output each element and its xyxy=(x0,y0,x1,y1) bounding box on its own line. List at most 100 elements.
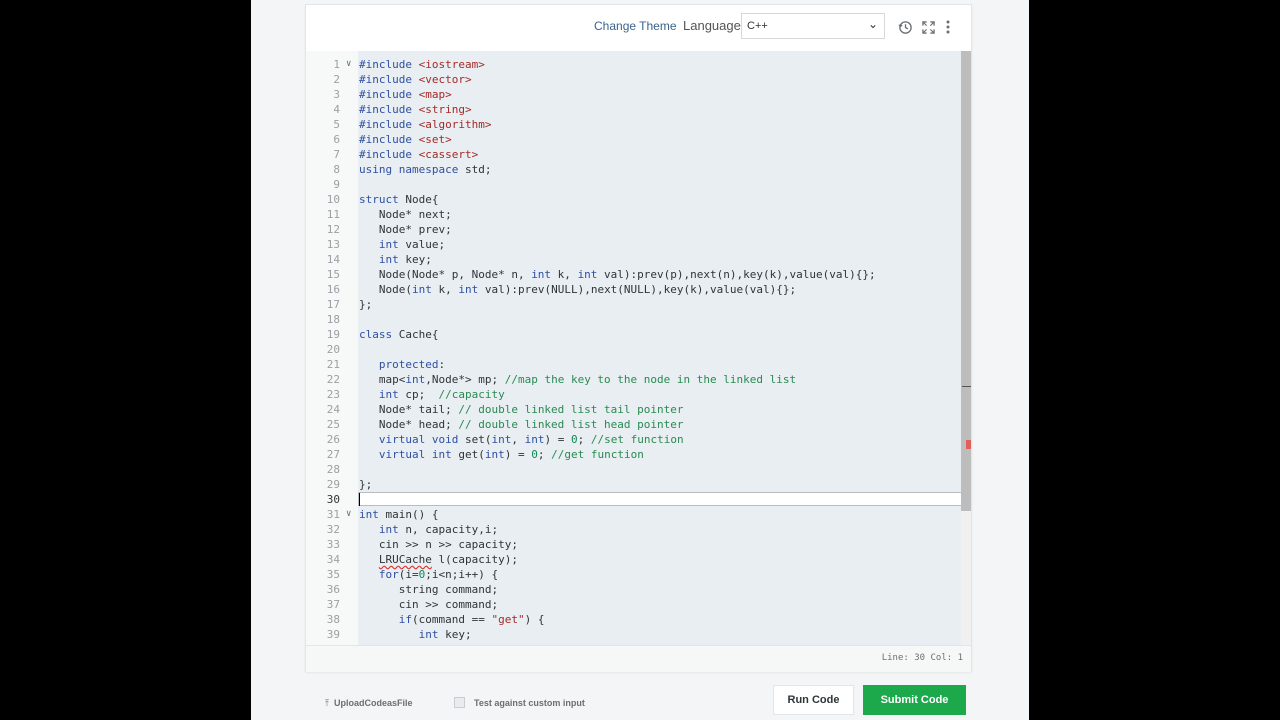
code-line[interactable]: 9 xyxy=(306,177,971,192)
code-text[interactable]: Node* head; // double linked list head p… xyxy=(359,417,684,432)
code-line[interactable]: 25 Node* head; // double linked list hea… xyxy=(306,417,971,432)
code-line[interactable]: 12 Node* prev; xyxy=(306,222,971,237)
code-line[interactable]: 30 xyxy=(306,492,971,507)
code-line[interactable]: 38 if(command == "get") { xyxy=(306,612,971,627)
upload-code-link[interactable]: ⤒ UploadCodeasFile xyxy=(325,698,413,709)
code-text[interactable]: Node(int k, int val):prev(NULL),next(NUL… xyxy=(359,282,796,297)
code-line[interactable]: 34 LRUCache l(capacity); xyxy=(306,552,971,567)
code-text[interactable]: class Cache{ xyxy=(359,327,438,342)
code-text[interactable]: map<int,Node*> mp; //map the key to the … xyxy=(359,372,796,387)
code-text[interactable]: #include <algorithm> xyxy=(359,117,491,132)
code-line[interactable]: 27 virtual int get(int) = 0; //get funct… xyxy=(306,447,971,462)
line-number: 11 xyxy=(326,208,340,221)
run-code-button[interactable]: Run Code xyxy=(773,685,854,715)
code-area[interactable]: 1 ∨ #include <iostream> 2 #include <vector> 3… xyxy=(306,51,971,645)
code-line[interactable]: 32 int n, capacity,i; xyxy=(306,522,971,537)
code-text[interactable]: struct Node{ xyxy=(359,192,439,207)
custom-input-checkbox[interactable] xyxy=(454,697,465,708)
code-text[interactable]: int cp; //capacity xyxy=(359,387,505,402)
code-line[interactable]: 24 Node* tail; // double linked list tai… xyxy=(306,402,971,417)
code-text[interactable]: #include <cassert> xyxy=(359,147,478,162)
code-line[interactable]: 29}; xyxy=(306,477,971,492)
code-text[interactable]: #include <vector> xyxy=(359,72,472,87)
line-number: 34 xyxy=(326,553,340,566)
more-options-icon[interactable] xyxy=(940,19,956,35)
code-text[interactable]: #include <iostream> xyxy=(359,57,485,72)
code-text[interactable]: int key; xyxy=(359,252,432,267)
code-line[interactable]: 10 struct Node{ xyxy=(306,192,971,207)
code-line[interactable]: 3 #include <map> xyxy=(306,87,971,102)
code-line[interactable]: 37 cin >> command; xyxy=(306,597,971,612)
code-text[interactable]: int main() { xyxy=(359,507,438,522)
code-line[interactable]: 11 Node* next; xyxy=(306,207,971,222)
code-text[interactable]: virtual int get(int) = 0; //get function xyxy=(359,447,644,462)
history-icon[interactable] xyxy=(897,19,913,35)
code-text[interactable]: Node* tail; // double linked list tail p… xyxy=(359,402,684,417)
code-text[interactable]: }; xyxy=(359,297,372,312)
code-line[interactable]: 35 for(i=0;i<n;i++) { xyxy=(306,567,971,582)
line-number: 14 xyxy=(326,253,340,266)
code-text[interactable]: Node(Node* p, Node* n, int k, int val):p… xyxy=(359,267,876,282)
code-line[interactable]: 33 cin >> n >> capacity; xyxy=(306,537,971,552)
code-line[interactable]: 26 virtual void set(int, int) = 0; //set… xyxy=(306,432,971,447)
code-line[interactable]: 18 xyxy=(306,312,971,327)
fold-chevron-icon[interactable]: ∨ xyxy=(346,507,351,522)
code-line[interactable]: 22 map<int,Node*> mp; //map the key to t… xyxy=(306,372,971,387)
custom-input-label[interactable]: Test against custom input xyxy=(474,698,585,708)
code-line[interactable]: 7 #include <cassert> xyxy=(306,147,971,162)
code-text[interactable]: #include <set> xyxy=(359,132,452,147)
code-text[interactable]: cin >> n >> capacity; xyxy=(359,537,518,552)
line-number: 19 xyxy=(326,328,340,341)
code-line[interactable]: 6 #include <set> xyxy=(306,132,971,147)
submit-code-button[interactable]: Submit Code xyxy=(863,685,966,715)
code-editor-panel: Change Theme Language C++ ⌄ 1 ∨ #include <… xyxy=(305,4,972,672)
code-line[interactable]: 4 #include <string> xyxy=(306,102,971,117)
line-number: 36 xyxy=(326,583,340,596)
code-line[interactable]: 17}; xyxy=(306,297,971,312)
change-theme-link[interactable]: Change Theme xyxy=(594,19,677,33)
code-line[interactable]: 23 int cp; //capacity xyxy=(306,387,971,402)
line-number: 37 xyxy=(326,598,340,611)
code-text[interactable]: cin >> command; xyxy=(359,597,498,612)
code-text[interactable]: #include <map> xyxy=(359,87,452,102)
code-text[interactable]: virtual void set(int, int) = 0; //set fu… xyxy=(359,432,684,447)
code-line[interactable]: 5 #include <algorithm> xyxy=(306,117,971,132)
code-text[interactable]: Node* next; xyxy=(359,207,452,222)
code-line[interactable]: 1 ∨ #include <iostream> xyxy=(306,57,971,72)
code-line[interactable]: 36 string command; xyxy=(306,582,971,597)
code-text[interactable]: LRUCache l(capacity); xyxy=(359,552,518,567)
code-line[interactable]: 15 Node(Node* p, Node* n, int k, int val… xyxy=(306,267,971,282)
code-text[interactable]: if(command == "get") { xyxy=(359,612,545,627)
line-number: 27 xyxy=(326,448,340,461)
code-text[interactable]: for(i=0;i<n;i++) { xyxy=(359,567,498,582)
code-text[interactable]: }; xyxy=(359,477,372,492)
code-line[interactable]: 39 int key; xyxy=(306,627,971,642)
line-number: 21 xyxy=(326,358,340,371)
line-number: 17 xyxy=(326,298,340,311)
code-text[interactable]: int key; xyxy=(359,627,472,642)
vertical-scrollbar[interactable] xyxy=(961,51,971,645)
code-text[interactable]: string command; xyxy=(359,582,498,597)
line-number: 7 xyxy=(333,148,340,161)
code-line[interactable]: 14 int key; xyxy=(306,252,971,267)
code-text[interactable]: protected: xyxy=(359,357,445,372)
language-select[interactable]: C++ ⌄ xyxy=(741,13,885,39)
chevron-down-icon: ⌄ xyxy=(867,17,878,31)
code-line[interactable]: 20 xyxy=(306,342,971,357)
line-number: 18 xyxy=(326,313,340,326)
fold-chevron-icon[interactable]: ∨ xyxy=(346,57,351,72)
code-text[interactable]: int n, capacity,i; xyxy=(359,522,498,537)
code-line[interactable]: 21 protected: xyxy=(306,357,971,372)
code-text[interactable]: #include <string> xyxy=(359,102,472,117)
fullscreen-icon[interactable] xyxy=(920,19,936,35)
code-line[interactable]: 8 using namespace std; xyxy=(306,162,971,177)
code-text[interactable]: int value; xyxy=(359,237,445,252)
code-line[interactable]: 28 xyxy=(306,462,971,477)
code-line[interactable]: 13 int value; xyxy=(306,237,971,252)
code-text[interactable]: using namespace std; xyxy=(359,162,491,177)
code-line[interactable]: 2 #include <vector> xyxy=(306,72,971,87)
code-line[interactable]: 16 Node(int k, int val):prev(NULL),next(… xyxy=(306,282,971,297)
code-line[interactable]: 31 ∨ int main() { xyxy=(306,507,971,522)
code-text[interactable]: Node* prev; xyxy=(359,222,452,237)
code-line[interactable]: 19 class Cache{ xyxy=(306,327,971,342)
